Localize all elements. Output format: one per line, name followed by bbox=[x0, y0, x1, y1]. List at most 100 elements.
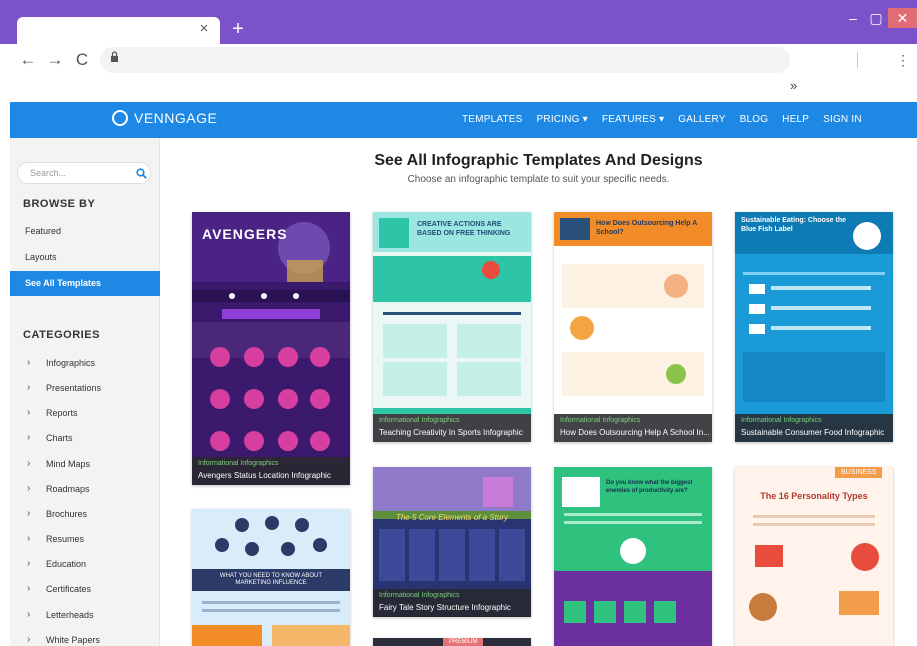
thumbnail-title: Sustainable Eating: Choose the Blue Fish… bbox=[741, 217, 847, 233]
nav-features[interactable]: FEATURES ▾ bbox=[602, 114, 664, 125]
category-reports[interactable]: › Reports bbox=[10, 403, 160, 423]
search-input[interactable]: Search... bbox=[17, 162, 151, 184]
chevron-right-icon: › bbox=[27, 432, 31, 443]
chevron-right-icon: › bbox=[27, 533, 31, 544]
browser-window: × + – ▢ ✕ ← → C ⋮ » VENNGAGE TEMPLATES P… bbox=[0, 0, 917, 646]
category-charts[interactable]: › Charts bbox=[10, 428, 160, 448]
template-thumbnail bbox=[192, 212, 350, 485]
chevron-right-icon: › bbox=[27, 583, 31, 594]
card-caption: Informational Infographics Sustainable C… bbox=[735, 414, 893, 442]
card-caption: Informational Infographics How Does Outs… bbox=[554, 414, 712, 442]
site-navbar: VENNGAGE TEMPLATES PRICING ▾ FEATURES ▾ … bbox=[10, 102, 917, 138]
logo-text: VENNGAGE bbox=[134, 110, 218, 126]
template-card[interactable]: WHAT YOU NEED TO KNOW ABOUT MARKETING IN… bbox=[192, 509, 350, 646]
sidebar: Search... BROWSE BY Featured Layouts See… bbox=[10, 138, 160, 646]
toolbar-divider bbox=[857, 52, 858, 68]
page-title: See All Infographic Templates And Design… bbox=[374, 152, 703, 169]
nav-pricing[interactable]: PRICING ▾ bbox=[537, 114, 588, 125]
address-bar[interactable] bbox=[100, 47, 790, 73]
card-caption: Informational Infographics Avengers Stat… bbox=[192, 457, 350, 485]
sidebar-item-see-all-templates[interactable]: See All Templates bbox=[10, 271, 160, 296]
thumbnail-title: AVENGERS bbox=[202, 226, 288, 242]
browser-menu-icon[interactable]: ⋮ bbox=[893, 49, 913, 71]
template-thumbnail bbox=[554, 212, 712, 442]
category-education[interactable]: › Education bbox=[10, 554, 160, 574]
nav-sign-in[interactable]: SIGN IN bbox=[823, 114, 862, 125]
chevron-right-icon: › bbox=[27, 382, 31, 393]
card-title: How Does Outsourcing Help A School In... bbox=[560, 428, 710, 437]
lock-icon bbox=[110, 51, 119, 65]
premium-badge: PREMIUM bbox=[443, 638, 484, 646]
category-letterheads[interactable]: › Letterheads bbox=[10, 605, 160, 625]
thumbnail-title: The 5 Core Elements of a Story bbox=[395, 513, 509, 522]
browse-by-heading: BROWSE BY bbox=[23, 198, 96, 210]
thumbnail-title: How Does Outsourcing Help A School? bbox=[596, 220, 697, 236]
chevron-right-icon: › bbox=[27, 558, 31, 569]
card-title: Sustainable Consumer Food Infographic bbox=[741, 428, 885, 437]
card-category: Informational Infographics bbox=[560, 417, 641, 424]
thumbnail-title: The 16 Personality Types bbox=[760, 491, 868, 501]
category-white-papers[interactable]: › White Papers bbox=[10, 630, 160, 646]
card-title: Avengers Status Location Infographic bbox=[198, 471, 331, 480]
card-category: Informational Infographics bbox=[379, 592, 460, 599]
card-category: Informational Infographics bbox=[741, 417, 822, 424]
category-presentations[interactable]: › Presentations bbox=[10, 378, 160, 398]
back-arrow-icon[interactable]: ← bbox=[18, 50, 38, 70]
reload-icon[interactable]: C bbox=[72, 50, 92, 70]
card-caption: Informational Infographics Fairy Tale St… bbox=[373, 589, 531, 617]
site-logo[interactable]: VENNGAGE bbox=[112, 110, 217, 126]
chevron-right-icon: › bbox=[27, 357, 31, 368]
search-icon[interactable] bbox=[136, 168, 147, 179]
template-card[interactable]: AVENGERS Informational Infographics Aven… bbox=[192, 212, 350, 485]
maximize-button[interactable]: ▢ bbox=[863, 8, 889, 28]
template-thumbnail bbox=[735, 212, 893, 442]
thumbnail-title: Do you know what the biggest enemies of … bbox=[606, 480, 693, 494]
business-badge: BUSINESS bbox=[835, 467, 883, 478]
close-window-button[interactable]: ✕ bbox=[888, 8, 917, 28]
category-infographics[interactable]: › Infographics bbox=[10, 353, 160, 373]
card-title: Teaching Creativity In Sports Infographi… bbox=[379, 428, 523, 437]
browser-tab[interactable]: × bbox=[17, 17, 220, 44]
nav-gallery[interactable]: GALLERY bbox=[678, 114, 725, 125]
chevron-right-icon: › bbox=[27, 483, 31, 494]
template-thumbnail bbox=[373, 212, 531, 442]
category-roadmaps[interactable]: › Roadmaps bbox=[10, 479, 160, 499]
forward-arrow-icon[interactable]: → bbox=[45, 50, 65, 70]
chevron-right-icon: › bbox=[27, 458, 31, 469]
category-brochures[interactable]: › Brochures bbox=[10, 504, 160, 524]
logo-icon bbox=[112, 110, 128, 126]
template-card[interactable]: CREATIVE ACTIONS ARE BASED ON FREE THINK… bbox=[373, 212, 531, 442]
bookmarks-overflow-icon[interactable]: » bbox=[790, 78, 797, 93]
card-title: Fairy Tale Story Structure Infographic bbox=[379, 603, 511, 612]
nav-blog[interactable]: BLOG bbox=[740, 114, 769, 125]
template-card[interactable]: BUSINESS The 16 Personality Types bbox=[735, 467, 893, 646]
nav-help[interactable]: HELP bbox=[782, 114, 809, 125]
chevron-right-icon: › bbox=[27, 508, 31, 519]
thumbnail-title: WHAT YOU NEED TO KNOW ABOUT MARKETING IN… bbox=[219, 573, 323, 586]
nav-templates[interactable]: TEMPLATES bbox=[462, 114, 523, 125]
thumbnail-title: CREATIVE ACTIONS ARE BASED ON FREE THINK… bbox=[417, 221, 511, 237]
site-nav-links: TEMPLATES PRICING ▾ FEATURES ▾ GALLERY B… bbox=[462, 114, 862, 125]
card-category: Informational Infographics bbox=[379, 417, 460, 424]
category-resumes[interactable]: › Resumes bbox=[10, 529, 160, 549]
template-card[interactable]: How Does Outsourcing Help A School? Info… bbox=[554, 212, 712, 442]
card-category: Informational Infographics bbox=[198, 460, 279, 467]
sidebar-item-featured[interactable]: Featured bbox=[10, 219, 160, 244]
category-certificates[interactable]: › Certificates bbox=[10, 579, 160, 599]
template-card[interactable]: Sustainable Eating: Choose the Blue Fish… bbox=[735, 212, 893, 442]
sidebar-item-layouts[interactable]: Layouts bbox=[10, 245, 160, 270]
page-subtitle: Choose an infographic template to suit y… bbox=[407, 174, 670, 185]
browser-toolbar: ← → C ⋮ » bbox=[0, 44, 917, 102]
chevron-right-icon: › bbox=[27, 634, 31, 645]
template-card[interactable]: The 5 Core Elements of a Story Informati… bbox=[373, 467, 531, 617]
template-card[interactable]: Do you know what the biggest enemies of … bbox=[554, 467, 712, 646]
new-tab-button[interactable]: + bbox=[228, 19, 248, 39]
card-caption: Informational Infographics Teaching Crea… bbox=[373, 414, 531, 442]
template-card[interactable]: PREMIUM bbox=[373, 638, 531, 646]
category-mind-maps[interactable]: › Mind Maps bbox=[10, 454, 160, 474]
chevron-right-icon: › bbox=[27, 609, 31, 620]
chevron-right-icon: › bbox=[27, 407, 31, 418]
browser-titlebar: × + – ▢ ✕ bbox=[0, 0, 917, 44]
tab-close-icon[interactable]: × bbox=[196, 21, 212, 37]
categories-heading: CATEGORIES bbox=[23, 329, 100, 341]
